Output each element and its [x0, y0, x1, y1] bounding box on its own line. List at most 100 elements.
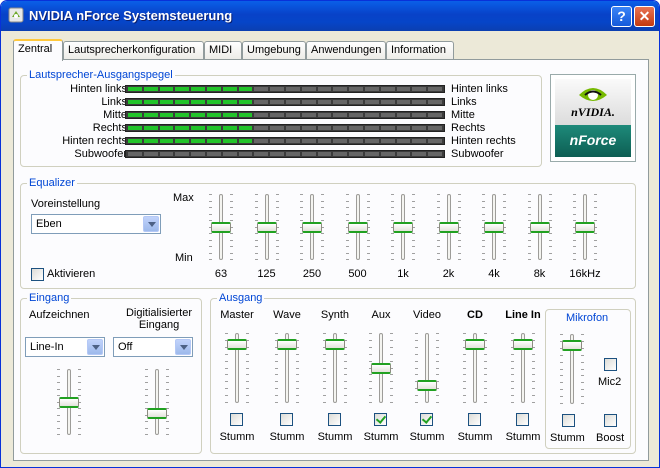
equalizer-title: Equalizer [27, 177, 77, 189]
microphone-title: Mikrofon [566, 312, 609, 324]
mic2-checkbox[interactable] [604, 358, 617, 371]
chevron-down-icon[interactable] [175, 339, 191, 355]
eq-band-slider[interactable] [482, 194, 506, 260]
eq-min-label: Min [175, 252, 193, 264]
channel-label-right: Subwoofer [451, 148, 504, 160]
output-volume-slider[interactable] [275, 333, 299, 403]
tab-zentral[interactable]: Zentral [13, 39, 63, 61]
title-bar[interactable]: NVIDIA nForce Systemsteuerung ? ✕ [1, 1, 659, 31]
digital-input-level-slider[interactable] [145, 369, 169, 435]
mic-boost-checkbox[interactable] [604, 414, 617, 427]
help-button[interactable]: ? [611, 6, 632, 27]
output-volume-slider[interactable] [415, 333, 439, 403]
channel-label-left: Hinten rechts [62, 135, 127, 147]
eq-band-slider[interactable] [391, 194, 415, 260]
output-levels-group: Lautsprecher-Ausgangspegel Hinten links H… [20, 69, 542, 167]
level-meter [125, 85, 445, 93]
eq-band-slider[interactable] [436, 194, 461, 260]
channel-label-left: Links [101, 96, 127, 108]
mic-mute-checkbox[interactable] [562, 414, 575, 427]
tab-midi[interactable]: MIDI [204, 41, 242, 60]
eq-band-slider[interactable] [345, 194, 370, 260]
mute-label: Stumm [505, 431, 541, 443]
output-volume-slider-thumb[interactable] [417, 380, 437, 391]
digital-input-dropdown[interactable]: Off [113, 337, 193, 357]
client-area: Zentral Lautsprecherkonfiguration MIDI U… [5, 31, 655, 465]
eq-band-slider[interactable] [254, 194, 279, 260]
tab-information[interactable]: Information [386, 41, 454, 60]
channel-label-right: Hinten links [451, 83, 508, 95]
output-volume-slider[interactable] [323, 333, 347, 403]
channel-label-left: Subwoofer [74, 148, 127, 160]
output-volume-slider-thumb[interactable] [465, 339, 485, 350]
preset-label: Voreinstellung [31, 198, 101, 210]
eq-band-slider-thumb[interactable] [438, 222, 459, 233]
eq-band-slider-thumb[interactable] [211, 222, 231, 233]
eq-band-slider-thumb[interactable] [347, 222, 368, 233]
output-title: Ausgang [217, 292, 265, 304]
mute-checkbox[interactable] [280, 413, 293, 426]
output-volume-slider-thumb[interactable] [277, 339, 297, 350]
tab-umgebung[interactable]: Umgebung [242, 41, 306, 60]
microphone-volume-slider-thumb[interactable] [562, 340, 582, 351]
eq-activate-label: Aktivieren [47, 268, 96, 280]
record-level-slider[interactable] [57, 369, 81, 435]
tab-lautsprecherkonfiguration[interactable]: Lautsprecherkonfiguration [63, 41, 204, 60]
close-button[interactable]: ✕ [634, 6, 655, 27]
record-level-slider-thumb[interactable] [59, 397, 79, 408]
eq-band-label: 1k [397, 268, 409, 280]
tab-panel-zentral: Lautsprecher-Ausgangspegel Hinten links H… [13, 59, 649, 461]
mute-checkbox[interactable] [420, 413, 433, 426]
digital-input-level-slider-thumb[interactable] [147, 408, 167, 419]
eq-band-slider-thumb[interactable] [302, 222, 322, 233]
preset-value: Eben [36, 218, 62, 230]
channel-label-left: Rechts [92, 122, 127, 134]
input-group: Eingang Aufzeichnen Digitialisierter Ein… [20, 292, 202, 454]
eq-band-slider[interactable] [573, 194, 597, 260]
microphone-volume-slider[interactable] [560, 334, 584, 404]
record-label: Aufzeichnen [29, 309, 90, 321]
mute-checkbox[interactable] [230, 413, 243, 426]
mic-boost-label: Boost [596, 432, 625, 444]
channel-label-right: Hinten rechts [451, 135, 516, 147]
channel-label-left: Mitte [103, 109, 127, 121]
record-source-value: Line-In [30, 341, 64, 353]
mute-checkbox[interactable] [374, 413, 387, 426]
eq-band-slider[interactable] [209, 194, 233, 260]
channel-label-right: Rechts [451, 122, 486, 134]
output-volume-slider[interactable] [225, 333, 249, 403]
record-source-dropdown[interactable]: Line-In [25, 337, 105, 357]
mute-checkbox[interactable] [516, 413, 529, 426]
chevron-down-icon[interactable] [143, 216, 159, 232]
mic2-label: Mic2 [598, 376, 622, 388]
output-volume-slider-thumb[interactable] [227, 339, 247, 350]
eq-band-slider-thumb[interactable] [575, 222, 595, 233]
window-title: NVIDIA nForce Systemsteuerung [29, 8, 233, 23]
eq-band-slider-thumb[interactable] [529, 222, 550, 233]
tab-anwendungen[interactable]: Anwendungen [306, 41, 386, 60]
eq-band-slider-thumb[interactable] [484, 222, 504, 233]
chevron-down-icon[interactable] [87, 339, 103, 355]
mute-checkbox[interactable] [328, 413, 341, 426]
output-volume-slider[interactable] [369, 333, 393, 403]
logo-product: nForce [555, 125, 631, 157]
output-volume-slider[interactable] [511, 333, 535, 403]
digital-input-label: Digitialisierter Eingang [125, 307, 193, 331]
logo-brand: nVIDIA. [571, 105, 615, 119]
digital-input-value: Off [118, 341, 133, 353]
mute-checkbox[interactable] [468, 413, 481, 426]
output-volume-slider-thumb[interactable] [513, 339, 533, 350]
eq-band-label: 63 [214, 268, 228, 280]
output-volume-slider[interactable] [463, 333, 487, 403]
level-meter [125, 98, 445, 106]
nvidia-app-icon [8, 7, 24, 23]
window: NVIDIA nForce Systemsteuerung ? ✕ Zentra… [0, 0, 660, 468]
eq-band-slider[interactable] [300, 194, 324, 260]
eq-band-slider-thumb[interactable] [393, 222, 413, 233]
preset-dropdown[interactable]: Eben [31, 214, 161, 234]
output-volume-slider-thumb[interactable] [371, 363, 391, 374]
eq-band-slider-thumb[interactable] [256, 222, 277, 233]
eq-activate-checkbox[interactable] [31, 268, 44, 281]
output-volume-slider-thumb[interactable] [325, 339, 345, 350]
eq-band-slider[interactable] [527, 194, 552, 260]
